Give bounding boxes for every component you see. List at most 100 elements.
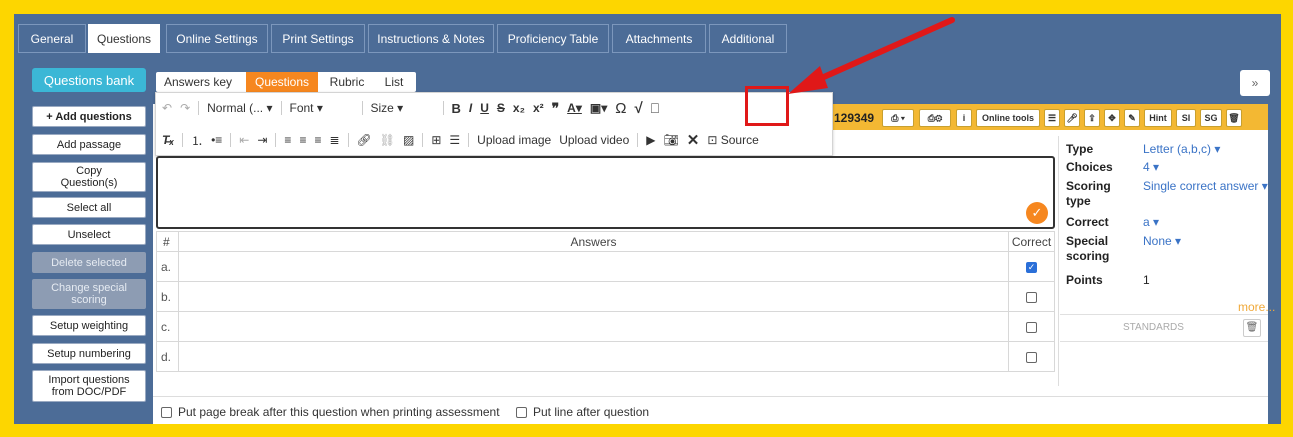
question-footer: Put page break after this question when …	[153, 396, 1268, 424]
tab-online-settings[interactable]: Online Settings	[166, 24, 268, 53]
mic-icon[interactable]: 🎤︎	[1064, 109, 1080, 127]
correct-checkbox[interactable]	[1026, 291, 1037, 303]
math-icon[interactable]: √	[634, 100, 642, 117]
info-icon[interactable]: i	[956, 109, 972, 127]
numbered-list-icon[interactable]: ⒈	[191, 132, 203, 149]
question-text-editor[interactable]	[156, 156, 1055, 229]
answer-input[interactable]	[178, 341, 1009, 372]
image-icon[interactable]: ▨	[403, 133, 414, 147]
points-label: Points	[1066, 273, 1103, 287]
subtab-answers-key[interactable]: Answers key	[156, 72, 240, 92]
outdent-icon[interactable]: ⇤	[239, 133, 249, 147]
unlink-icon[interactable]: ⛓︎	[380, 133, 395, 147]
video-icon[interactable]: ▶︎	[646, 133, 655, 147]
special-scoring-select[interactable]: None ▾	[1143, 234, 1181, 249]
grammar-check-icon[interactable]: ✓	[1026, 202, 1048, 224]
hint-button[interactable]: Hint	[1144, 109, 1172, 127]
correct-select[interactable]: a ▾	[1143, 215, 1159, 230]
upload-video-button[interactable]: Upload video	[559, 133, 629, 147]
blockquote-icon[interactable]: ❞	[552, 100, 560, 117]
correct-header: Correct	[1008, 231, 1055, 252]
special-char-icon[interactable]: Ω	[615, 100, 626, 117]
text-color-icon[interactable]: A▾	[567, 101, 582, 115]
bullet-list-icon[interactable]: •≡	[211, 133, 222, 147]
type-select[interactable]: Letter (a,b,c) ▾	[1143, 142, 1220, 157]
page-break-label: Put page break after this question when …	[178, 405, 500, 419]
link-icon[interactable]: 🔗︎	[357, 133, 372, 147]
align-right-icon[interactable]: ≡	[314, 133, 321, 147]
standards-trash-icon[interactable]: 🗑︎	[1243, 319, 1261, 337]
upload-icon[interactable]: ⇪	[1084, 109, 1100, 127]
subtab-list[interactable]: List	[376, 72, 412, 92]
scoring-type-select[interactable]: Single correct answer ▾	[1143, 179, 1268, 194]
bold-icon[interactable]: B	[452, 101, 461, 116]
import-questions-button[interactable]: Import questions from DOC/PDF	[32, 370, 146, 402]
select-all-button[interactable]: Select all	[32, 197, 146, 218]
trash-icon[interactable]: 🗑︎	[1226, 109, 1242, 127]
list-icon[interactable]: ☰	[1044, 109, 1060, 127]
choices-select[interactable]: 4 ▾	[1143, 160, 1159, 175]
italic-icon[interactable]: I	[469, 101, 472, 115]
answer-input[interactable]	[178, 281, 1009, 312]
source-button[interactable]: ⊡ Source	[707, 133, 758, 147]
justify-icon[interactable]: ≣	[329, 133, 339, 147]
online-tools-button[interactable]: Online tools	[976, 109, 1040, 127]
print-settings-button[interactable]: ⎙⚙	[919, 109, 951, 127]
strikethrough-icon[interactable]: S	[497, 101, 505, 115]
page-break-checkbox[interactable]	[161, 406, 172, 418]
line-after-checkbox[interactable]	[516, 406, 527, 418]
upload-image-button[interactable]: Upload image	[477, 133, 551, 147]
add-passage-button[interactable]: Add passage	[32, 134, 146, 155]
points-value[interactable]: 1	[1143, 273, 1150, 288]
answer-input[interactable]	[178, 251, 1009, 282]
subtab-questions[interactable]: Questions	[246, 72, 318, 92]
font-select[interactable]: Font ▾	[290, 101, 354, 115]
unselect-button[interactable]: Unselect	[32, 224, 146, 245]
si-button[interactable]: SI	[1176, 109, 1196, 127]
paragraph-format-select[interactable]: Normal (... ▾	[207, 101, 272, 115]
expand-panel-button[interactable]: »	[1240, 70, 1270, 96]
size-select[interactable]: Size ▾	[371, 101, 435, 115]
correct-checkbox[interactable]	[1026, 321, 1037, 333]
page-break-option[interactable]: Put page break after this question when …	[161, 405, 500, 419]
redo-icon[interactable]: ↷	[180, 101, 190, 115]
pencil-icon[interactable]: ✎	[1124, 109, 1140, 127]
undo-icon[interactable]: ↶	[162, 101, 172, 115]
setup-weighting-button[interactable]: Setup weighting	[32, 315, 146, 336]
sg-button[interactable]: SG	[1200, 109, 1222, 127]
camera-icon[interactable]: 📷︎	[664, 133, 679, 147]
change-special-scoring-button[interactable]: Change special scoring	[32, 279, 146, 309]
move-icon[interactable]: ✥	[1104, 109, 1120, 127]
more-link[interactable]: more...	[1238, 300, 1275, 314]
print-menu-button[interactable]: ⎙ ▾	[882, 109, 914, 127]
close-icon[interactable]: ✕	[687, 131, 700, 149]
add-questions-button[interactable]: + Add questions	[32, 106, 146, 127]
subtab-rubric[interactable]: Rubric	[322, 72, 372, 92]
tab-questions[interactable]: Questions	[88, 24, 160, 53]
questions-bank-button[interactable]: Questions bank	[32, 68, 146, 92]
subscript-icon[interactable]: x₂	[513, 101, 525, 115]
tab-instructions-notes[interactable]: Instructions & Notes	[368, 24, 494, 53]
template-icon[interactable]: ⎕	[651, 100, 659, 117]
tab-general[interactable]: General	[18, 24, 86, 53]
tab-additional[interactable]: Additional	[709, 24, 787, 53]
align-center-icon[interactable]: ≡	[299, 133, 306, 147]
delete-selected-button[interactable]: Delete selected	[32, 252, 146, 273]
tab-attachments[interactable]: Attachments	[612, 24, 706, 53]
setup-numbering-button[interactable]: Setup numbering	[32, 343, 146, 364]
answer-input[interactable]	[178, 311, 1009, 342]
align-left-icon[interactable]: ≡	[284, 133, 291, 147]
tab-proficiency-table[interactable]: Proficiency Table	[497, 24, 609, 53]
correct-checkbox[interactable]	[1026, 351, 1037, 363]
superscript-icon[interactable]: x²	[533, 101, 544, 115]
underline-icon[interactable]: U	[480, 101, 489, 115]
correct-checkbox[interactable]: ✓	[1026, 261, 1037, 273]
hr-icon[interactable]: ☰	[449, 133, 460, 147]
tab-print-settings[interactable]: Print Settings	[271, 24, 365, 53]
line-after-option[interactable]: Put line after question	[516, 405, 649, 419]
table-icon[interactable]: ⊞	[431, 133, 441, 147]
indent-icon[interactable]: ⇥	[257, 133, 267, 147]
clear-format-icon[interactable]: T̶ₓ	[162, 133, 174, 147]
copy-questions-button[interactable]: Copy Question(s)	[32, 162, 146, 192]
bg-color-icon[interactable]: ▣▾	[590, 101, 607, 115]
